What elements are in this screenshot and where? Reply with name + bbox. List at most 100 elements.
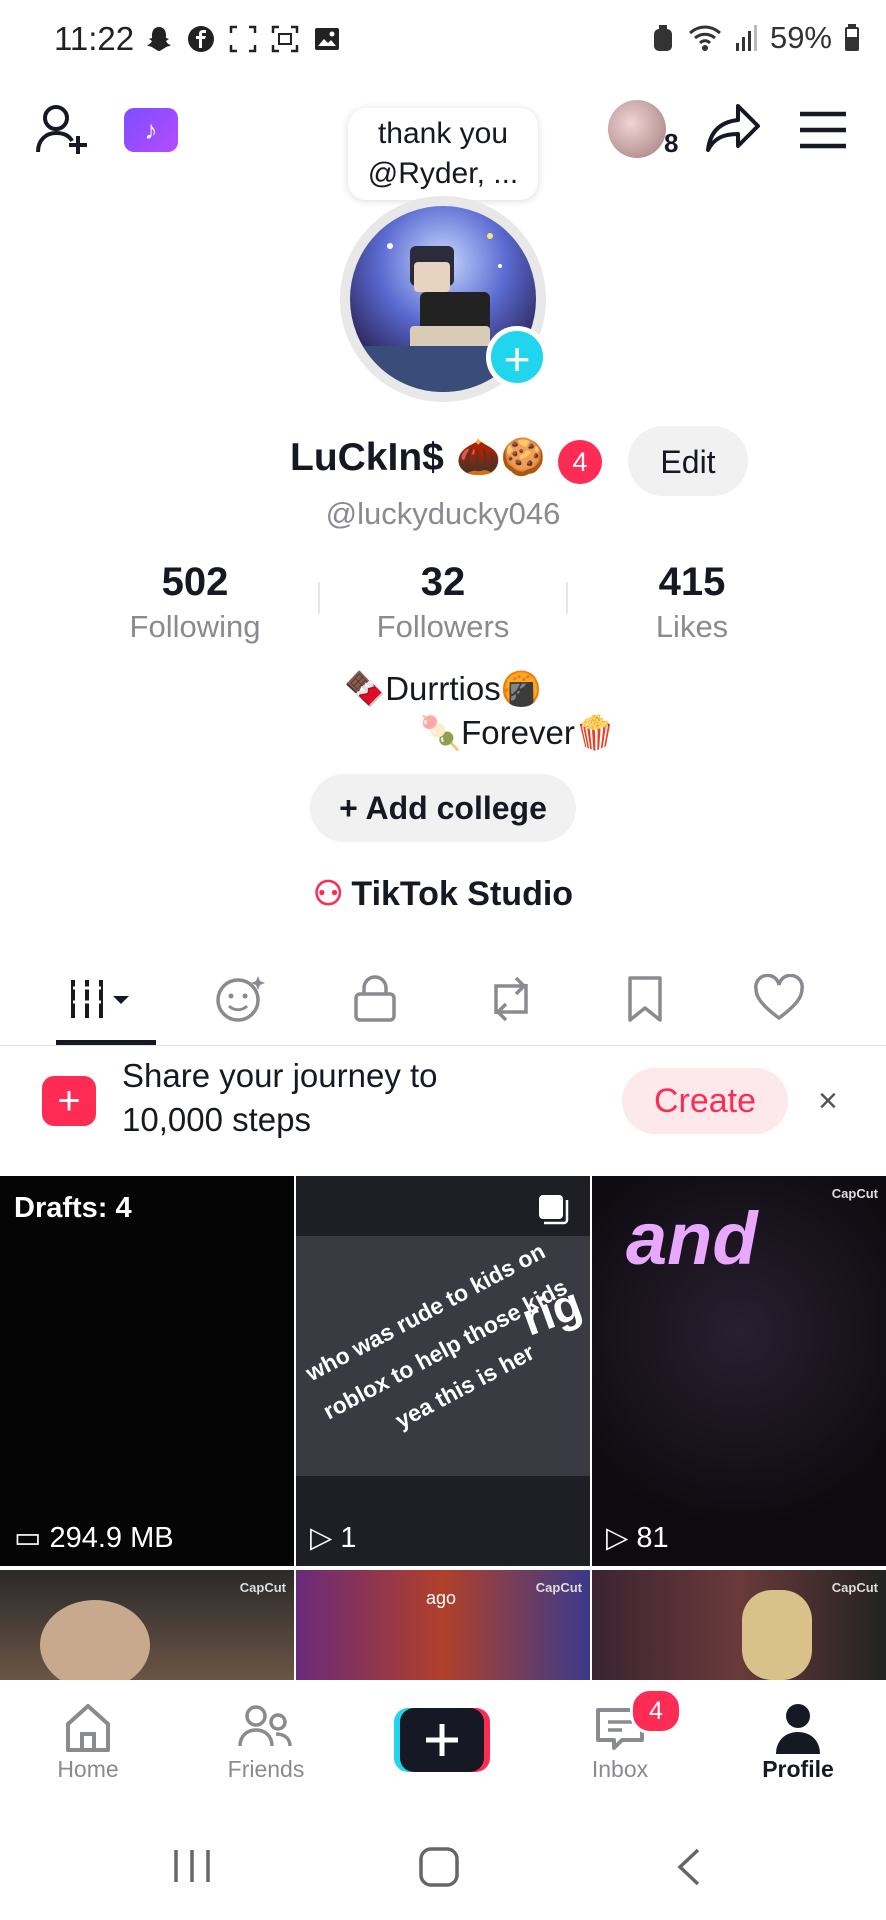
video-tile[interactable]: CapCut — [592, 1570, 886, 1680]
wifi-icon — [688, 25, 721, 51]
add-friend-icon[interactable] — [34, 102, 92, 158]
nav-profile[interactable]: Profile — [728, 1700, 868, 1783]
video-tile[interactable]: CapCut — [0, 1570, 294, 1680]
capcut-watermark: CapCut — [535, 1580, 582, 1595]
view-count: 81 — [636, 1522, 669, 1554]
add-story-button[interactable]: + — [486, 326, 548, 388]
tab-videos[interactable] — [50, 964, 160, 1034]
view-count: 1 — [340, 1522, 357, 1554]
video-views: ▷ 1 — [310, 1520, 357, 1555]
system-nav-bar — [0, 1820, 886, 1920]
tab-private[interactable] — [320, 964, 430, 1034]
tiktok-now-icon[interactable]: ♪ — [124, 108, 178, 152]
drafts-size: ▭ 294.9 MB — [14, 1520, 174, 1555]
multi-photo-icon — [539, 1195, 569, 1225]
scan-icon — [271, 25, 299, 53]
group-avatar[interactable] — [608, 100, 666, 158]
inbox-badge: 4 — [630, 1688, 682, 1734]
play-icon: ▷ — [310, 1522, 333, 1554]
nav-inbox-label: Inbox — [591, 1756, 649, 1782]
videos-grid-icon — [71, 980, 129, 1018]
notification-badge: 4 — [558, 440, 602, 484]
repost-icon — [494, 976, 528, 1022]
followers-count: 32 — [420, 560, 466, 604]
stat-followers[interactable]: 32 Followers — [343, 560, 543, 645]
edit-profile-button[interactable]: Edit — [628, 426, 748, 496]
status-time: 11:22 — [54, 20, 135, 57]
tab-liked[interactable] — [724, 964, 834, 1034]
group-count: 8 — [664, 128, 679, 158]
recent-apps-icon[interactable] — [170, 1846, 214, 1886]
video-tile[interactable]: CapCut ago — [296, 1570, 590, 1680]
profile-icon — [776, 1704, 820, 1754]
banner-plus-icon: + — [42, 1076, 96, 1126]
lock-icon — [354, 975, 396, 1022]
followers-label: Followers — [376, 609, 510, 644]
video-thumbnail — [742, 1590, 812, 1680]
screenshot-icon — [229, 25, 257, 53]
studio-label: TikTok Studio — [351, 875, 574, 913]
following-label: Following — [129, 609, 261, 644]
emoji-sparkle-icon — [216, 976, 265, 1022]
facebook-icon — [188, 26, 214, 52]
studio-icon: ⚇ — [312, 875, 344, 913]
bookmark-icon — [628, 976, 662, 1022]
nav-profile-label: Profile — [762, 1756, 834, 1782]
capcut-watermark: CapCut — [831, 1186, 878, 1201]
name-emoji: 🌰🍪 — [456, 436, 546, 477]
status-right: 59% — [650, 20, 860, 56]
tab-reposts[interactable] — [456, 964, 566, 1034]
video-caption: and — [626, 1197, 758, 1280]
display-name: LuCkIn$ — [290, 436, 444, 479]
video-tile[interactable]: who was rude to kids on roblox to help t… — [296, 1176, 590, 1566]
tiktok-studio-link[interactable]: ⚇ TikTok Studio — [0, 874, 886, 914]
speech-bubble: thank you @Ryder, ... — [348, 108, 538, 200]
bio-line-2: 🍡Forever🍿 — [420, 714, 616, 751]
stat-likes[interactable]: 415 Likes — [592, 560, 792, 645]
likes-count: 415 — [658, 560, 726, 604]
menu-icon[interactable] — [798, 110, 848, 150]
share-icon[interactable] — [704, 102, 762, 154]
add-college-button[interactable]: + Add college — [310, 774, 576, 842]
drafts-tile[interactable]: Drafts: 4 ▭ 294.9 MB — [0, 1176, 294, 1566]
back-icon[interactable] — [674, 1846, 704, 1888]
close-banner-icon[interactable]: × — [818, 1082, 838, 1121]
play-icon: ▷ — [606, 1522, 629, 1554]
alarm-icon — [653, 25, 672, 51]
notification-icons — [144, 24, 342, 54]
signal-icon — [735, 25, 757, 51]
tab-favorites[interactable] — [590, 964, 700, 1034]
friends-icon — [238, 1705, 292, 1747]
battery-level: 59% — [769, 20, 832, 55]
video-caption: ago — [426, 1588, 457, 1608]
home-icon — [66, 1704, 110, 1752]
create-post-button[interactable] — [394, 1708, 490, 1772]
home-button-icon[interactable] — [418, 1846, 460, 1888]
tab-reposts-faces[interactable] — [186, 964, 296, 1034]
drafts-folder-icon: ▭ — [14, 1522, 42, 1554]
heart-icon — [754, 974, 804, 1021]
stat-following[interactable]: 502 Following — [95, 560, 295, 645]
drafts-label: Drafts: 4 — [14, 1192, 132, 1224]
video-tile[interactable]: CapCut and ▷ 81 — [592, 1176, 886, 1566]
video-thumbnail — [40, 1600, 150, 1680]
snapchat-icon — [147, 27, 171, 51]
capcut-watermark: CapCut — [239, 1580, 286, 1595]
create-button[interactable]: Create — [622, 1068, 788, 1134]
tabs-divider — [0, 1045, 886, 1046]
status-bar: 11:22 59% — [0, 0, 886, 84]
likes-label: Likes — [655, 609, 729, 644]
nav-home-label: Home — [57, 1756, 119, 1782]
nav-home[interactable]: Home — [18, 1700, 158, 1783]
capcut-watermark: CapCut — [831, 1580, 878, 1595]
gallery-icon — [315, 28, 339, 50]
banner-text: Share your journey to 10,000 steps — [122, 1057, 438, 1138]
drafts-size-value: 294.9 MB — [49, 1522, 174, 1554]
nav-friends[interactable]: Friends — [196, 1700, 336, 1783]
bio-line-1: 🍫Durrtios🍘 — [344, 670, 542, 707]
battery-icon — [845, 24, 859, 51]
stat-divider — [318, 582, 320, 614]
video-views: ▷ 81 — [606, 1520, 669, 1555]
username: @luckyducky046 — [325, 496, 561, 531]
stat-divider — [566, 582, 568, 614]
